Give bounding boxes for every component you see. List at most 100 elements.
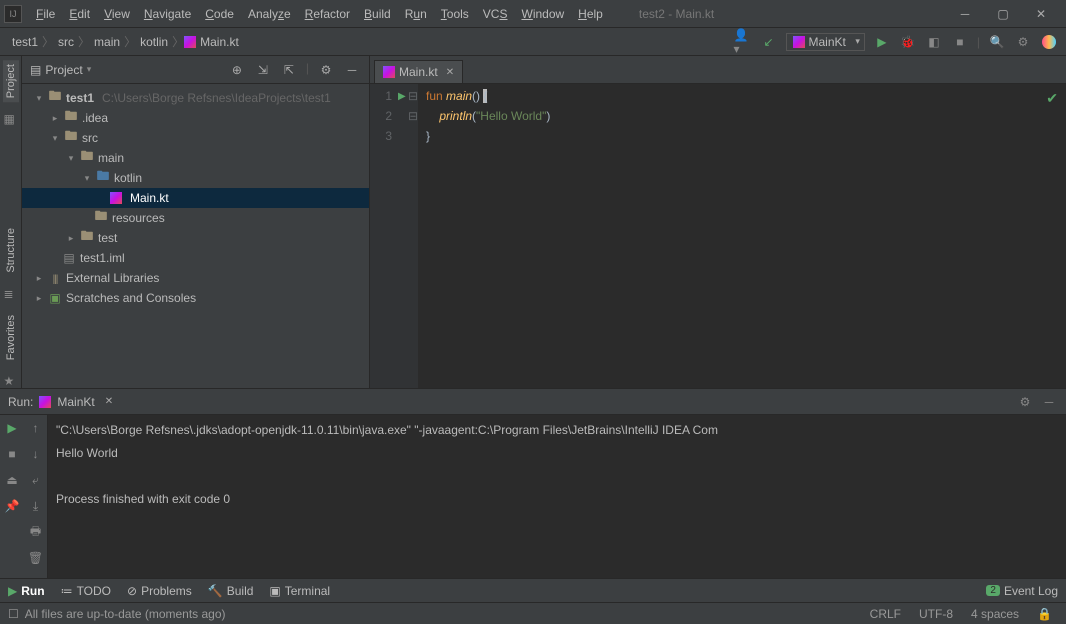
run-tab-close-icon[interactable]: ✕ xyxy=(105,396,113,407)
coverage-icon[interactable]: ◧ xyxy=(925,33,943,51)
breadcrumb-src[interactable]: src xyxy=(54,35,78,49)
tree-root[interactable]: ▾test1C:\Users\Borge Refsnes\IdeaProject… xyxy=(22,88,369,108)
menu-refactor[interactable]: Refactor xyxy=(299,5,356,23)
tree-kotlin[interactable]: ▾kotlin xyxy=(22,168,369,188)
app-logo-icon: IJ xyxy=(4,5,22,23)
project-view-icon: ▤ xyxy=(30,63,41,77)
status-indent[interactable]: 4 spaces xyxy=(965,607,1025,621)
console-output[interactable]: "C:\Users\Borge Refsnes\.jdks\adopt-open… xyxy=(48,415,1066,578)
favorites-tool-icon[interactable]: ★ xyxy=(4,374,18,388)
run-tool-window: Run: MainKt ✕ ⚙ ─ ▶ ■ ⏏ 📌 ↑ ↓ ⤶ ⤓ 🖶 🗑 "C… xyxy=(0,388,1066,578)
kotlin-file-icon xyxy=(383,66,395,78)
minimize-icon[interactable]: ─ xyxy=(956,5,974,23)
tree-iml[interactable]: test1.iml xyxy=(22,248,369,268)
close-icon[interactable]: ✕ xyxy=(1032,5,1050,23)
collapse-all-icon[interactable]: ⇱ xyxy=(280,61,298,79)
run-settings-icon[interactable]: ⚙ xyxy=(1016,393,1034,411)
expand-all-icon[interactable]: ⇲ xyxy=(254,61,272,79)
btab-run[interactable]: ▶Run xyxy=(8,584,45,598)
tree-external-libs[interactable]: ▸External Libraries xyxy=(22,268,369,288)
menu-code[interactable]: Code xyxy=(199,5,240,23)
menu-vcs[interactable]: VCS xyxy=(477,5,514,23)
ide-icon[interactable] xyxy=(1040,33,1058,51)
scroll-end-icon[interactable]: ⤓ xyxy=(27,497,45,515)
menu-build[interactable]: Build xyxy=(358,5,397,23)
soft-wrap-icon[interactable]: ⤶ xyxy=(27,471,45,489)
status-sync-icon[interactable]: ☐ xyxy=(8,607,19,621)
pin-icon[interactable]: 📌 xyxy=(3,497,21,515)
menu-run[interactable]: Run xyxy=(399,5,433,23)
status-lock-icon[interactable]: 🔒 xyxy=(1031,607,1058,621)
inspection-ok-icon[interactable]: ✔ xyxy=(1046,88,1058,108)
tree-src[interactable]: ▾src xyxy=(22,128,369,148)
maximize-icon[interactable]: ▢ xyxy=(994,5,1012,23)
btab-terminal[interactable]: ▣Terminal xyxy=(269,584,330,598)
btab-build[interactable]: 🔨Build xyxy=(208,584,254,598)
structure-tool-icon[interactable]: ≣ xyxy=(4,287,18,301)
menu-navigate[interactable]: Navigate xyxy=(138,5,197,23)
down-trace-icon[interactable]: ↓ xyxy=(27,445,45,463)
print-icon[interactable]: 🖶 xyxy=(27,523,45,541)
tab-close-icon[interactable]: ✕ xyxy=(446,67,454,78)
editor-tab-mainkt[interactable]: Main.kt ✕ xyxy=(374,60,463,83)
tree-resources[interactable]: resources xyxy=(22,208,369,228)
panel-settings-icon[interactable]: ⚙ xyxy=(317,61,335,79)
menu-help[interactable]: Help xyxy=(572,5,609,23)
user-icon[interactable]: 👤▾ xyxy=(734,33,752,51)
clear-icon[interactable]: 🗑 xyxy=(27,549,45,567)
btab-problems[interactable]: ⊘Problems xyxy=(127,584,192,598)
debug-icon[interactable]: 🐞 xyxy=(899,33,917,51)
menu-file[interactable]: File xyxy=(30,5,61,23)
btab-todo[interactable]: ≔TODO xyxy=(61,584,111,598)
run-config-selector[interactable]: MainKt xyxy=(786,33,865,51)
project-panel-title[interactable]: Project xyxy=(45,63,82,77)
tab-structure[interactable]: Structure xyxy=(3,224,19,277)
kotlin-config-icon xyxy=(39,396,51,408)
tab-favorites[interactable]: Favorites xyxy=(3,311,19,364)
locate-icon[interactable]: ⊕ xyxy=(228,61,246,79)
bottom-tool-tabs: ▶Run ≔TODO ⊘Problems 🔨Build ▣Terminal 2E… xyxy=(0,578,1066,602)
run-icon[interactable]: ▶ xyxy=(873,33,891,51)
breadcrumb-kotlin[interactable]: kotlin xyxy=(136,35,172,49)
menu-view[interactable]: View xyxy=(98,5,136,23)
project-tool-window: ▤ Project ▾ ⊕ ⇲ ⇱ | ⚙ ─ ▾test1C:\Users\B… xyxy=(22,56,370,388)
status-line-sep[interactable]: CRLF xyxy=(864,607,907,621)
code-editor[interactable]: ▶ ⊟⊟ 1 2 3 fun main() { println("Hello W… xyxy=(370,84,1066,388)
menu-edit[interactable]: Edit xyxy=(63,5,96,23)
menu-window[interactable]: Window xyxy=(515,5,570,23)
code-content[interactable]: fun main() { println("Hello World") } xyxy=(418,84,1066,388)
settings-icon[interactable]: ⚙ xyxy=(1014,33,1032,51)
run-hide-icon[interactable]: ─ xyxy=(1040,393,1058,411)
panel-hide-icon[interactable]: ─ xyxy=(343,61,361,79)
tree-main[interactable]: ▾main xyxy=(22,148,369,168)
stop-run-icon[interactable]: ■ xyxy=(3,445,21,463)
tab-project[interactable]: Project xyxy=(3,60,19,102)
status-message: All files are up-to-date (moments ago) xyxy=(25,607,226,621)
breadcrumb-root[interactable]: test1 xyxy=(8,35,42,49)
up-trace-icon[interactable]: ↑ xyxy=(27,419,45,437)
run-panel-config[interactable]: MainKt xyxy=(57,395,94,409)
btab-event-log[interactable]: 2Event Log xyxy=(986,584,1058,598)
navigation-bar: test1〉 src〉 main〉 kotlin〉 Main.kt 👤▾ ↙ M… xyxy=(0,28,1066,56)
tree-scratches[interactable]: ▸Scratches and Consoles xyxy=(22,288,369,308)
status-encoding[interactable]: UTF-8 xyxy=(913,607,959,621)
project-tool-icon[interactable]: ▦ xyxy=(4,112,18,126)
breadcrumb-main[interactable]: main xyxy=(90,35,124,49)
run-gutter-icon[interactable]: ▶ xyxy=(398,87,406,107)
kotlin-file-icon xyxy=(110,192,122,204)
search-icon[interactable]: 🔍 xyxy=(988,33,1006,51)
menu-tools[interactable]: Tools xyxy=(435,5,475,23)
editor-gutter[interactable]: ▶ ⊟⊟ 1 2 3 xyxy=(370,84,418,388)
exit-icon[interactable]: ⏏ xyxy=(3,471,21,489)
breadcrumb-file[interactable]: Main.kt xyxy=(196,35,243,49)
build-icon[interactable]: ↙ xyxy=(760,33,778,51)
tree-idea[interactable]: ▸.idea xyxy=(22,108,369,128)
run-panel-label: Run: xyxy=(8,395,33,409)
editor-tab-label: Main.kt xyxy=(399,65,438,79)
editor-area: Main.kt ✕ ▶ ⊟⊟ 1 2 3 fun main() { printl… xyxy=(370,56,1066,388)
stop-icon[interactable]: ■ xyxy=(951,33,969,51)
tree-test[interactable]: ▸test xyxy=(22,228,369,248)
menu-analyze[interactable]: Analyze xyxy=(242,5,297,23)
tree-mainkt[interactable]: Main.kt xyxy=(22,188,369,208)
rerun-icon[interactable]: ▶ xyxy=(3,419,21,437)
